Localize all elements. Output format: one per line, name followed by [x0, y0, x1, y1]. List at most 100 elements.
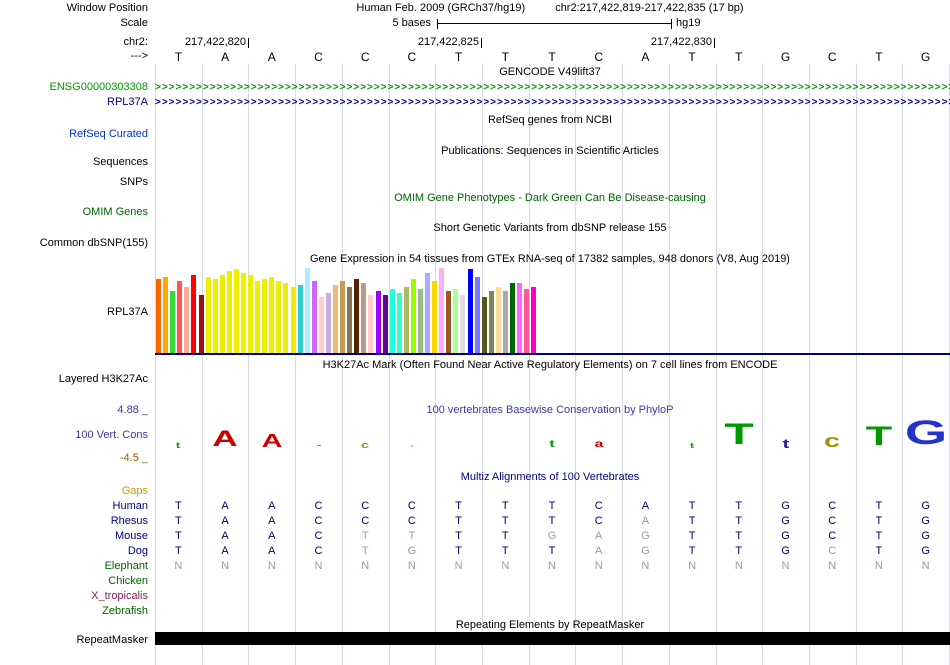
alignment-base: T — [361, 530, 369, 542]
conservation-logo-letter: G — [904, 414, 947, 452]
gtex-expression-bar[interactable] — [510, 283, 515, 353]
ruler-tick — [714, 38, 715, 48]
label-common-dbsnp[interactable]: Common dbSNP(155) — [0, 237, 148, 250]
gtex-expression-bar[interactable] — [233, 269, 239, 353]
species-label-rhesus[interactable]: Rhesus — [0, 515, 148, 527]
gtex-expression-bar[interactable] — [403, 287, 409, 353]
gtex-expression-bar[interactable] — [446, 291, 452, 353]
gtex-expression-bar[interactable] — [248, 275, 253, 353]
gtex-expression-bar[interactable] — [488, 291, 494, 353]
gtex-expression-bar[interactable] — [481, 297, 487, 353]
alignment-base: G — [921, 545, 930, 557]
gtex-expression-bar[interactable] — [375, 291, 381, 353]
alignment-base: A — [595, 530, 603, 542]
gtex-expression-bar[interactable] — [517, 283, 523, 353]
gtex-expression-bar[interactable] — [269, 277, 275, 353]
gtex-expression-bar[interactable] — [333, 285, 338, 353]
gtex-expression-bar[interactable] — [191, 275, 197, 353]
gtex-expression-bar[interactable] — [212, 279, 218, 353]
label-refseq-curated[interactable]: RefSeq Curated — [0, 128, 148, 141]
reference-base: T — [875, 50, 883, 64]
gtex-expression-bar[interactable] — [340, 281, 346, 353]
label-scale: Scale — [120, 17, 148, 29]
gtex-expression-bar[interactable] — [219, 275, 225, 353]
gtex-expression-bar[interactable] — [241, 273, 246, 353]
gtex-expression-bar[interactable] — [304, 268, 310, 353]
gencode-transcript-rpl37a[interactable]: >>>>>>>>>>>>>>>>>>>>>>>>>>>>>>>>>>>>>>>>… — [155, 97, 950, 109]
gtex-expression-bar[interactable] — [368, 295, 374, 353]
label-snps[interactable]: SNPs — [0, 176, 148, 189]
gtex-expression-bar[interactable] — [354, 279, 360, 353]
gtex-expression-bar[interactable] — [318, 297, 324, 353]
gtex-expression-bar[interactable] — [361, 283, 367, 353]
alignment-base: A — [595, 545, 603, 557]
label-omim-genes[interactable]: OMIM Genes — [0, 206, 148, 219]
species-label-dog[interactable]: Dog — [0, 545, 148, 557]
gtex-expression-bar[interactable] — [467, 269, 473, 353]
label-gene-rpl37a[interactable]: RPL37A — [0, 96, 148, 109]
species-label-human[interactable]: Human — [0, 500, 148, 512]
gtex-expression-bar[interactable] — [325, 293, 331, 353]
label-layered-h3k27ac[interactable]: Layered H3K27Ac — [0, 373, 148, 386]
omim-track-title: OMIM Gene Phenotypes - Dark Green Can Be… — [394, 192, 706, 204]
gtex-expression-bar[interactable] — [396, 293, 402, 353]
gtex-expression-bar[interactable] — [410, 279, 416, 353]
label-gene-ensg[interactable]: ENSG00000303308 — [0, 81, 148, 94]
alignment-base: T — [501, 545, 509, 557]
gtex-expression-bar[interactable] — [425, 273, 430, 353]
gtex-expression-bar[interactable] — [276, 281, 282, 353]
gtex-expression-bar[interactable] — [439, 268, 445, 353]
gtex-expression-bar[interactable] — [474, 277, 480, 353]
gtex-expression-bar[interactable] — [311, 281, 317, 353]
species-label-elephant[interactable]: Elephant — [0, 560, 148, 572]
gtex-expression-bar[interactable] — [432, 281, 438, 353]
label-gtex-gene[interactable]: RPL37A — [0, 306, 148, 319]
ruler-coordinate: 217,422,825 — [417, 36, 479, 48]
gtex-expression-bar[interactable] — [177, 281, 183, 353]
gtex-expression-bar[interactable] — [460, 295, 466, 353]
alignment-base: N — [501, 560, 510, 572]
gtex-expression-bar[interactable] — [255, 281, 261, 353]
gtex-expression-bar[interactable] — [418, 289, 423, 353]
gtex-expression-bar[interactable] — [453, 289, 459, 353]
alignment-base: T — [875, 500, 883, 512]
label-100-vert-cons[interactable]: 100 Vert. Cons — [0, 429, 148, 442]
gtex-expression-bar[interactable] — [502, 291, 508, 353]
gtex-expression-bar[interactable] — [156, 279, 161, 353]
label-repeatmasker[interactable]: RepeatMasker — [0, 634, 148, 647]
gtex-expression-bar[interactable] — [495, 287, 501, 353]
gtex-expression-bar[interactable] — [262, 279, 268, 353]
gtex-expression-bar[interactable] — [226, 271, 232, 353]
species-label-chicken[interactable]: Chicken — [0, 575, 148, 587]
species-label-gaps[interactable]: Gaps — [0, 485, 148, 497]
repeatmasker-element[interactable] — [155, 632, 950, 645]
gtex-expression-bar[interactable] — [290, 287, 296, 353]
alignment-base: T — [735, 545, 743, 557]
species-label-zebrafish[interactable]: Zebrafish — [0, 605, 148, 617]
reference-base: G — [780, 50, 791, 64]
gtex-expression-bar[interactable] — [283, 283, 289, 353]
species-label-mouse[interactable]: Mouse — [0, 530, 148, 542]
species-label-x_tropicalis[interactable]: X_tropicalis — [0, 590, 148, 602]
reference-base: T — [735, 50, 743, 64]
position-range-label: chr2:217,422,819-217,422,835 (17 bp) — [555, 2, 744, 14]
gtex-expression-bar[interactable] — [184, 287, 190, 353]
gtex-expression-bar[interactable] — [205, 277, 211, 353]
gtex-expression-bar[interactable] — [524, 289, 530, 353]
gtex-expression-bar[interactable] — [389, 289, 395, 353]
gtex-expression-bar[interactable] — [297, 285, 303, 353]
assembly-label: Human Feb. 2009 (GRCh37/hg19) — [356, 2, 526, 14]
gtex-expression-bar[interactable] — [163, 277, 169, 353]
gtex-expression-bar[interactable] — [531, 287, 537, 353]
gtex-expression-bar[interactable] — [347, 287, 353, 353]
gtex-expression-bar[interactable] — [170, 291, 176, 353]
gtex-expression-bar[interactable] — [198, 295, 204, 353]
reference-base: T — [548, 50, 556, 64]
label-sequences[interactable]: Sequences — [0, 156, 148, 169]
reference-base: C — [827, 50, 837, 64]
gencode-transcript-ensg[interactable]: >>>>>>>>>>>>>>>>>>>>>>>>>>>>>>>>>>>>>>>>… — [155, 82, 950, 94]
gtex-expression-bar[interactable] — [382, 295, 388, 353]
label-chromosome: chr2: — [123, 36, 148, 48]
alignment-base: T — [501, 500, 509, 512]
alignment-base: N — [174, 560, 183, 572]
